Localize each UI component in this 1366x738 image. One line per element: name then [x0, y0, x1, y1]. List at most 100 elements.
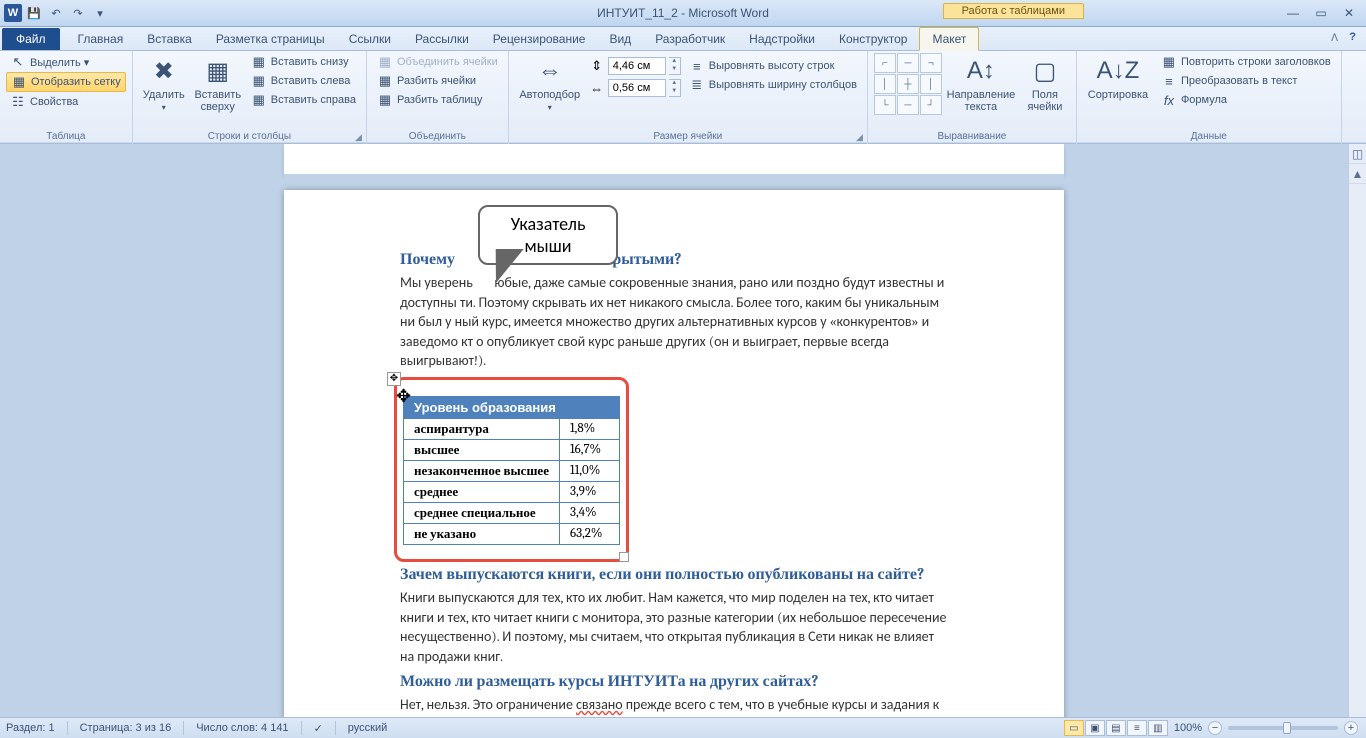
zoom-thumb[interactable] — [1283, 722, 1291, 734]
table-move-handle[interactable]: ✥ — [387, 372, 401, 386]
proofing-icon[interactable]: ✓ — [314, 722, 323, 735]
height-spinner[interactable]: ▲▼ — [669, 57, 681, 75]
align-tc[interactable]: ─ — [897, 53, 919, 73]
tab-table-layout[interactable]: Макет — [919, 27, 979, 51]
page[interactable]: Указатель мыши Почему ть открытыми? Мы у… — [284, 190, 1064, 717]
launcher-icon[interactable]: ◢ — [355, 132, 362, 143]
text-direction-icon: A↕ — [965, 55, 997, 87]
sort-icon: A↓Z — [1102, 55, 1134, 87]
scroll-up-icon[interactable]: ▲ — [1349, 164, 1366, 184]
align-mc[interactable]: ┼ — [897, 74, 919, 94]
close-icon[interactable]: ✕ — [1338, 6, 1360, 20]
ruler-toggle-icon[interactable]: ◫ — [1349, 144, 1366, 164]
distribute-cols-button[interactable]: ≣Выровнять ширину столбцов — [685, 76, 861, 94]
outline-view-icon[interactable]: ≡ — [1127, 720, 1147, 736]
tab-insert[interactable]: Вставка — [135, 28, 204, 50]
table-row: среднее специальное3,4% — [404, 502, 620, 523]
sort-button[interactable]: A↓ZСортировка — [1083, 53, 1153, 103]
ribbon-tabs: Файл Главная Вставка Разметка страницы С… — [0, 27, 1366, 51]
draft-view-icon[interactable]: ▥ — [1148, 720, 1168, 736]
tab-review[interactable]: Рецензирование — [481, 28, 598, 50]
convert-icon: ≡ — [1161, 73, 1177, 89]
align-tr[interactable]: ¬ — [920, 53, 942, 73]
status-words[interactable]: Число слов: 4 141 — [196, 722, 288, 734]
align-br[interactable]: ┘ — [920, 95, 942, 115]
document-area[interactable]: Указатель мыши Почему ть открытыми? Мы у… — [0, 144, 1366, 717]
save-icon[interactable]: 💾 — [24, 3, 44, 23]
tab-addins[interactable]: Надстройки — [737, 28, 827, 50]
col-width-value[interactable]: 0,56 см — [608, 79, 666, 97]
repeat-header-button[interactable]: ▦Повторить строки заголовков — [1157, 53, 1335, 71]
undo-icon[interactable]: ↶ — [46, 3, 66, 23]
insert-above-button[interactable]: ▦Вставить сверху — [193, 53, 243, 115]
zoom-in-button[interactable]: + — [1344, 721, 1358, 735]
convert-to-text-button[interactable]: ≡Преобразовать в текст — [1157, 72, 1335, 90]
restore-icon[interactable]: ▭ — [1310, 6, 1332, 20]
grid-icon: ▦ — [11, 74, 27, 90]
insert-below-button[interactable]: ▦Вставить снизу — [247, 53, 360, 71]
zoom-slider[interactable] — [1228, 726, 1338, 730]
distribute-rows-button[interactable]: ≡Выровнять высоту строк — [685, 57, 861, 75]
web-view-icon[interactable]: ▤ — [1106, 720, 1126, 736]
print-layout-view-icon[interactable]: ▭ — [1064, 720, 1084, 736]
table-row: аспирантура1,8% — [404, 418, 620, 439]
minimize-icon[interactable]: — — [1282, 6, 1304, 20]
tab-file[interactable]: Файл — [2, 28, 60, 50]
split-table-button[interactable]: ▦Разбить таблицу — [373, 91, 502, 109]
cell-margins-button[interactable]: ▢Поля ячейки — [1020, 53, 1070, 115]
tab-home[interactable]: Главная — [66, 28, 136, 50]
col-width-input[interactable]: ⇔ 0,56 см ▲▼ — [589, 79, 681, 97]
merge-icon: ▦ — [377, 54, 393, 70]
align-bc[interactable]: ─ — [897, 95, 919, 115]
help-icon[interactable]: ? — [1349, 31, 1356, 43]
align-mr[interactable]: │ — [920, 74, 942, 94]
autofit-button[interactable]: ⇔Автоподбор▾ — [515, 53, 585, 114]
status-section[interactable]: Раздел: 1 — [6, 722, 55, 734]
align-bl[interactable]: └ — [874, 95, 896, 115]
zoom-level[interactable]: 100% — [1174, 722, 1202, 734]
formula-button[interactable]: fxФормула — [1157, 91, 1335, 109]
text-direction-button[interactable]: A↕Направление текста — [946, 53, 1016, 115]
redo-icon[interactable]: ↷ — [68, 3, 88, 23]
reading-view-icon[interactable]: ▣ — [1085, 720, 1105, 736]
alignment-grid[interactable]: ⌐─¬ │┼│ └─┘ — [874, 53, 942, 115]
ribbon-min-icon[interactable]: ᐱ — [1331, 33, 1338, 44]
insert-left-button[interactable]: ▦Вставить слева — [247, 72, 360, 90]
tab-mailings[interactable]: Рассылки — [403, 28, 481, 50]
status-language[interactable]: русский — [348, 722, 387, 734]
delete-button[interactable]: ✖Удалить▾ — [139, 53, 189, 114]
move-cursor-icon: ✥ — [396, 386, 411, 407]
callout-mouse-pointer: Указатель мыши — [478, 205, 618, 265]
autofit-icon: ⇔ — [534, 55, 566, 87]
split-cells-button[interactable]: ▦Разбить ячейки — [373, 72, 502, 90]
ribbon: ↖Выделить ▾ ▦Отобразить сетку ☷Свойства … — [0, 51, 1366, 144]
tab-developer[interactable]: Разработчик — [643, 28, 737, 50]
height-icon: ⇕ — [589, 58, 605, 74]
tab-references[interactable]: Ссылки — [337, 28, 403, 50]
word-app-icon[interactable]: W — [4, 4, 22, 22]
view-gridlines-button[interactable]: ▦Отобразить сетку — [6, 72, 126, 92]
width-icon: ⇔ — [589, 80, 605, 96]
education-table[interactable]: Уровень образования аспирантура1,8% высш… — [403, 396, 620, 545]
status-page[interactable]: Страница: 3 из 16 — [80, 722, 172, 734]
align-ml[interactable]: │ — [874, 74, 896, 94]
row-height-value[interactable]: 4,46 см — [608, 57, 666, 75]
row-height-input[interactable]: ⇕ 4,46 см ▲▼ — [589, 57, 681, 75]
group-data-label: Данные — [1083, 131, 1335, 144]
status-bar: Раздел: 1 Страница: 3 из 16 Число слов: … — [0, 717, 1366, 738]
qat-customize-icon[interactable]: ▾ — [90, 3, 110, 23]
formula-icon: fx — [1161, 92, 1177, 108]
tab-view[interactable]: Вид — [597, 28, 643, 50]
tab-table-design[interactable]: Конструктор — [827, 28, 919, 50]
insert-right-button[interactable]: ▦Вставить справа — [247, 91, 360, 109]
launcher-icon[interactable]: ◢ — [856, 132, 863, 143]
align-tl[interactable]: ⌐ — [874, 53, 896, 73]
zoom-out-button[interactable]: − — [1208, 721, 1222, 735]
view-buttons: ▭ ▣ ▤ ≡ ▥ — [1064, 720, 1168, 736]
tab-page-layout[interactable]: Разметка страницы — [204, 28, 337, 50]
width-spinner[interactable]: ▲▼ — [669, 79, 681, 97]
select-button[interactable]: ↖Выделить ▾ — [6, 53, 126, 71]
properties-button[interactable]: ☷Свойства — [6, 93, 126, 111]
delete-icon: ✖ — [148, 55, 180, 87]
table-header[interactable]: Уровень образования — [404, 396, 620, 418]
